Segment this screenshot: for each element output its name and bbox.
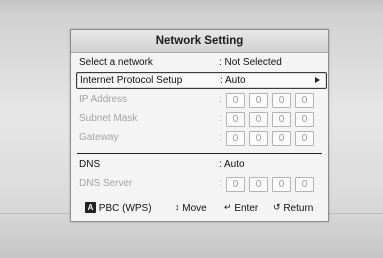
dns-label: DNS	[79, 159, 101, 170]
return-icon: ↺	[273, 202, 281, 213]
dns-server-octet-2[interactable]: 0	[249, 177, 268, 192]
pbc-wps-hint[interactable]: A PBC (WPS)	[85, 200, 152, 218]
ip-address-octet-4[interactable]: 0	[295, 93, 314, 108]
subnet-mask-label: Subnet Mask	[79, 113, 138, 124]
gateway-row[interactable]: Gateway : 0 0 0 0	[76, 130, 325, 146]
a-key-icon: A	[85, 201, 96, 213]
dns-row[interactable]: DNS : Auto	[76, 157, 325, 173]
dns-server-row[interactable]: DNS Server : 0 0 0 0	[76, 176, 325, 192]
key-guide: A PBC (WPS) ↕ Move ↵ Enter ↺ Return	[71, 200, 328, 218]
dns-server-label: DNS Server	[79, 178, 133, 189]
enter-label: Enter	[234, 203, 259, 214]
move-label: Move	[182, 203, 207, 214]
network-setting-dialog: Network Setting Select a network : Not S…	[70, 29, 329, 222]
subnet-mask-colon: :	[219, 113, 222, 124]
gateway-colon: :	[219, 132, 222, 143]
enter-icon: ↵	[224, 202, 232, 213]
ip-address-octet-2[interactable]: 0	[249, 93, 268, 108]
dns-server-octet-3[interactable]: 0	[272, 177, 291, 192]
gateway-octet-4[interactable]: 0	[295, 131, 314, 146]
subnet-mask-octet-1[interactable]: 0	[226, 112, 245, 127]
return-label: Return	[283, 203, 314, 214]
up-down-arrows-icon: ↕	[175, 202, 180, 213]
ip-address-row[interactable]: IP Address : 0 0 0 0	[76, 92, 325, 108]
section-divider	[77, 153, 322, 154]
dns-server-octet-4[interactable]: 0	[295, 177, 314, 192]
select-network-value: : Not Selected	[219, 57, 282, 68]
select-network-label: Select a network	[79, 57, 153, 68]
ip-address-colon: :	[219, 94, 222, 105]
dialog-title: Network Setting	[71, 30, 328, 53]
internet-protocol-setup-row[interactable]: Internet Protocol Setup : Auto	[76, 72, 327, 89]
subnet-mask-octet-3[interactable]: 0	[272, 112, 291, 127]
gateway-octet-1[interactable]: 0	[226, 131, 245, 146]
select-network-row[interactable]: Select a network : Not Selected	[76, 55, 325, 71]
gateway-octet-3[interactable]: 0	[272, 131, 291, 146]
dns-server-octet-1[interactable]: 0	[226, 177, 245, 192]
gateway-octet-2[interactable]: 0	[249, 131, 268, 146]
move-hint: ↕ Move	[175, 200, 207, 218]
gateway-label: Gateway	[79, 132, 119, 143]
internet-protocol-setup-value: : Auto	[220, 75, 246, 86]
screen-top-band	[0, 0, 383, 18]
dns-server-colon: :	[219, 178, 222, 189]
ip-address-label: IP Address	[79, 94, 128, 105]
chevron-right-icon[interactable]	[315, 77, 320, 83]
internet-protocol-setup-label: Internet Protocol Setup	[80, 75, 183, 86]
return-hint[interactable]: ↺ Return	[273, 200, 313, 218]
subnet-mask-octet-4[interactable]: 0	[295, 112, 314, 127]
dns-value: : Auto	[219, 159, 245, 170]
enter-hint: ↵ Enter	[224, 200, 258, 218]
ip-address-octet-3[interactable]: 0	[272, 93, 291, 108]
subnet-mask-octet-2[interactable]: 0	[249, 112, 268, 127]
subnet-mask-row[interactable]: Subnet Mask : 0 0 0 0	[76, 111, 325, 127]
ip-address-octet-1[interactable]: 0	[226, 93, 245, 108]
pbc-wps-label: PBC (WPS)	[98, 203, 152, 214]
